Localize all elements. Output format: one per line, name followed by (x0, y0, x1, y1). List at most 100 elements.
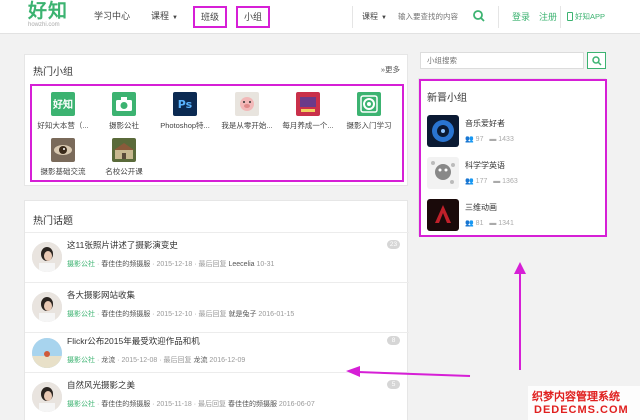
topic-count: 1363 (502, 178, 518, 185)
new-group-name[interactable]: 三维动画 (465, 202, 497, 213)
group-thumbnail[interactable] (427, 157, 459, 189)
group-label: 摄影入门学习 (346, 121, 392, 130)
group-search-button[interactable] (587, 52, 606, 69)
topic-date: 2015-11-18 (156, 401, 192, 408)
eye-icon (51, 138, 75, 162)
topic-group-link[interactable]: 摄影公社 (67, 261, 95, 268)
hot-groups-highlight: 好知 好知大本营（... 摄影公社 Ps Photoshop特... 我是从零开… (30, 84, 404, 182)
member-count: 81 (475, 220, 484, 227)
member-count: 177 (475, 178, 488, 185)
caret-down-icon: ▼ (172, 15, 178, 21)
last-reply-label: 最后回复 (198, 311, 227, 318)
search-button[interactable] (468, 6, 490, 26)
topic-author[interactable]: 春佳佳的频摄服 (101, 311, 150, 318)
avatar[interactable] (32, 242, 62, 272)
search-icon (473, 10, 485, 22)
group-thumbnail[interactable] (427, 199, 459, 231)
nav-groups[interactable]: 小组 (236, 6, 271, 28)
new-group-item[interactable]: 科学学英语 👥 177 ▬ 1363 (427, 157, 597, 191)
svg-text:好知: 好知 (52, 98, 73, 111)
group-item[interactable]: 摄影入门学习 (336, 92, 402, 131)
last-reply-user[interactable]: 龙流 (193, 357, 207, 364)
topic-author[interactable]: 春佳佳的频摄服 (101, 261, 150, 268)
search-category-label: 课程 (362, 12, 378, 21)
search-input[interactable] (398, 8, 462, 24)
group-item[interactable]: 名校公开课 (91, 138, 157, 177)
header-divider (352, 6, 353, 28)
group-item[interactable]: 每月养成一个... (275, 92, 341, 131)
school-icon (112, 138, 136, 162)
nav-learning-center[interactable]: 学习中心 (94, 9, 130, 23)
topic-title[interactable]: 自然风光摄影之美 (67, 379, 135, 391)
group-item[interactable]: Ps Photoshop特... (152, 92, 218, 131)
group-thumbnail[interactable] (427, 115, 459, 147)
more-link[interactable]: »更多 (381, 64, 400, 75)
login-link[interactable]: 登录 (512, 10, 530, 23)
topic-row[interactable]: 自然风光摄影之美 摄影公社 · 春佳佳的频摄服 · 2015-11-18 · 最… (25, 374, 409, 420)
animation-icon (427, 199, 459, 231)
last-reply-date: 2016-01-15 (258, 311, 295, 318)
logo-domain: howzhi.com (28, 22, 60, 28)
hot-groups-panel: 热门小组 »更多 好知 好知大本营（... 摄影公社 Ps Photoshop特… (24, 54, 408, 186)
topic-group-link[interactable]: 摄影公社 (67, 401, 95, 408)
new-group-item[interactable]: 三维动画 👥 81 ▬ 1341 (427, 199, 597, 233)
group-item[interactable]: 我是从零开始... (214, 92, 280, 131)
topic-group-link[interactable]: 摄影公社 (67, 311, 95, 318)
group-label: 我是从零开始... (221, 121, 273, 130)
caret-down-icon: ▼ (381, 15, 387, 21)
avatar[interactable] (32, 292, 62, 322)
hot-groups-title: 热门小组 (33, 67, 73, 78)
new-group-name[interactable]: 音乐爱好者 (465, 118, 505, 129)
photoshop-icon: Ps (173, 92, 197, 116)
group-label: 每月养成一个... (282, 121, 334, 130)
nav-classes[interactable]: 班级 (193, 6, 228, 28)
topic-author[interactable]: 龙流 (101, 357, 115, 364)
annotation-arrows (346, 262, 526, 377)
user-photo-icon (32, 242, 62, 272)
watermark-line1: 织梦内容管理系统 (532, 391, 620, 403)
last-reply-user[interactable]: 春佳佳的频摄服 (228, 401, 277, 408)
group-item[interactable]: 好知 好知大本营（... (30, 92, 96, 131)
last-reply-user[interactable]: 就是兔子 (228, 311, 256, 318)
group-label: 摄影基础交流 (40, 167, 86, 176)
group-search-input[interactable] (420, 52, 584, 69)
topic-title[interactable]: Flickr公布2015年最受欢迎作品和机 (67, 335, 200, 347)
search-category-select[interactable]: 课程 ▼ (362, 11, 387, 22)
topic-meta: 摄影公社 · 春佳佳的频摄服 · 2015-12-10 · 最后回复 就是兔子 … (67, 311, 295, 318)
site-logo[interactable]: 好知 howzhi.com (28, 2, 78, 29)
topic-meta: 摄影公社 · 龙流 · 2015-12-08 · 最后回复 龙流 2016-12… (67, 357, 246, 364)
topic-group-link[interactable]: 摄影公社 (67, 357, 95, 364)
topic-title[interactable]: 各大摄影网站收集 (67, 289, 135, 301)
topic-title[interactable]: 这11张照片讲述了摄影演变史 (67, 239, 178, 251)
last-reply-label: 最后回复 (163, 357, 192, 364)
group-label: Photoshop特... (160, 121, 210, 130)
topic-date: 2015-12-18 (156, 261, 193, 268)
user-photo-icon (32, 338, 62, 368)
topic-count: 1433 (498, 136, 514, 143)
avatar[interactable] (32, 338, 62, 368)
app-download-link[interactable]: 好知APP (567, 11, 605, 22)
topic-author[interactable]: 春佳佳的频摄服 (101, 401, 150, 408)
group-item[interactable]: 摄影基础交流 (30, 138, 96, 177)
header-divider (560, 6, 561, 28)
watermark: 织梦内容管理系统 DEDECMS.COM (528, 386, 640, 420)
member-count: 97 (475, 136, 484, 143)
new-group-name[interactable]: 科学学英语 (465, 160, 505, 171)
group-item[interactable]: 摄影公社 (91, 92, 157, 131)
topics-icon: ▬ (493, 178, 501, 185)
user-photo-icon (32, 382, 62, 412)
app-label: 好知APP (575, 12, 606, 21)
new-group-stats: 👥 177 ▬ 1363 (465, 177, 518, 185)
register-link[interactable]: 注册 (539, 10, 557, 23)
new-groups-panel: 新晋小组 音乐爱好者 👥 97 ▬ 1433 科学学英语 👥 177 ▬ 136… (418, 78, 607, 237)
new-group-stats: 👥 81 ▬ 1341 (465, 219, 514, 227)
group-label: 名校公开课 (105, 167, 143, 176)
last-reply-date: 2016-06-07 (278, 401, 315, 408)
last-reply-user[interactable]: Leecelia (228, 261, 254, 268)
nav-courses[interactable]: 课程 ▼ (151, 9, 178, 25)
watermark-line2: DEDECMS.COM (534, 404, 629, 416)
avatar[interactable] (32, 382, 62, 412)
nav-courses-label: 课程 (151, 11, 170, 21)
group-label: 摄影公社 (109, 121, 139, 130)
new-group-item[interactable]: 音乐爱好者 👥 97 ▬ 1433 (427, 115, 597, 149)
